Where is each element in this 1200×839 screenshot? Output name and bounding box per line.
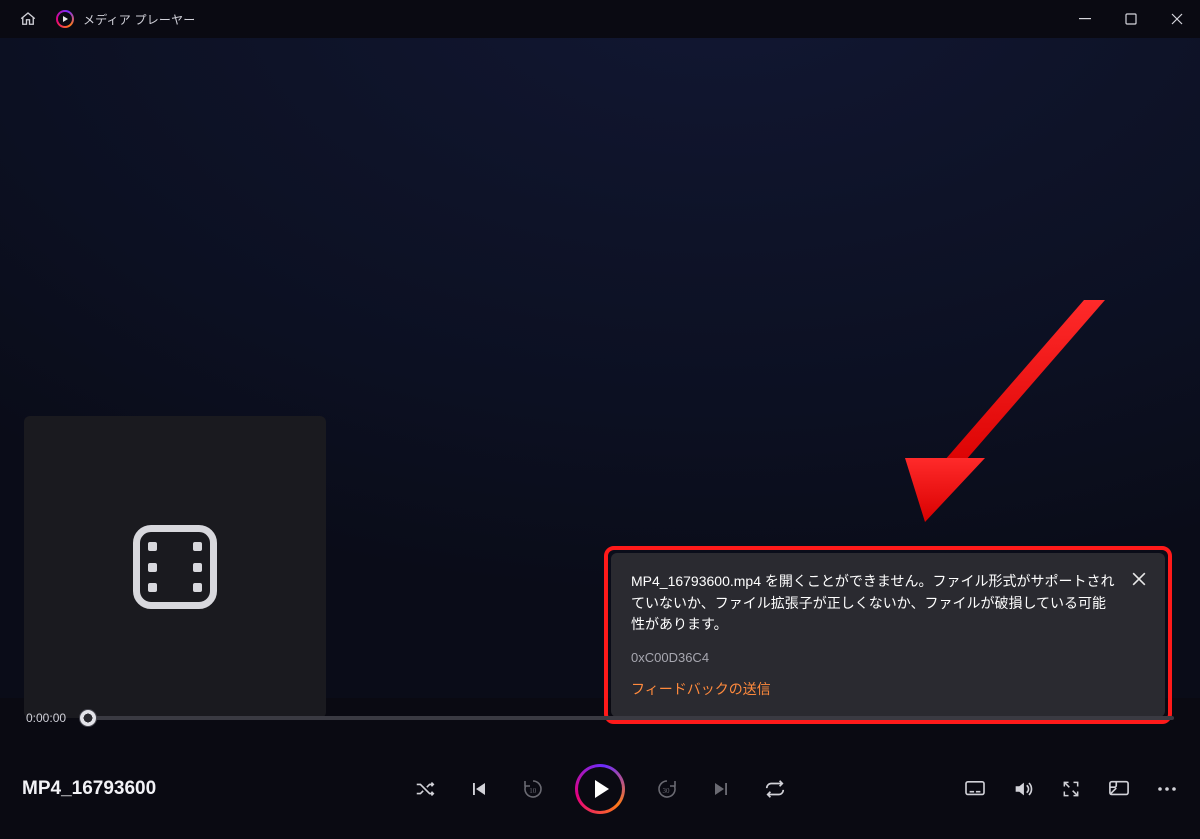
volume-icon xyxy=(1012,778,1034,800)
repeat-icon xyxy=(764,778,786,800)
captions-button[interactable] xyxy=(964,778,986,800)
seek-thumb[interactable] xyxy=(79,709,97,727)
shuffle-icon xyxy=(414,778,436,800)
seek-bar-row: 0:00:00 xyxy=(0,700,1200,736)
video-area: MP4_16793600.mp4 を開くことができません。ファイル形式がサポート… xyxy=(0,38,1200,698)
more-icon xyxy=(1157,786,1177,792)
svg-text:30: 30 xyxy=(663,787,671,795)
more-button[interactable] xyxy=(1156,778,1178,800)
volume-button[interactable] xyxy=(1012,778,1034,800)
now-playing-title: MP4_16793600 xyxy=(22,778,413,800)
close-icon xyxy=(1171,13,1183,25)
error-toast-close-button[interactable] xyxy=(1127,567,1151,591)
error-toast: MP4_16793600.mp4 を開くことができません。ファイル形式がサポート… xyxy=(611,553,1165,717)
close-button[interactable] xyxy=(1154,0,1200,38)
media-player-window: メディア プレーヤー xyxy=(0,0,1200,839)
maximize-button[interactable] xyxy=(1108,0,1154,38)
transport-controls: 10 30 xyxy=(413,764,787,814)
next-button[interactable] xyxy=(709,777,733,801)
minimize-icon xyxy=(1079,13,1091,25)
playback-controls-bar: MP4_16793600 10 30 xyxy=(0,746,1200,832)
seek-slider[interactable] xyxy=(88,716,1174,720)
previous-button[interactable] xyxy=(467,777,491,801)
repeat-button[interactable] xyxy=(763,777,787,801)
window-controls xyxy=(1062,0,1200,38)
fullscreen-icon xyxy=(1061,779,1081,799)
media-player-app-icon xyxy=(56,10,74,28)
maximize-icon xyxy=(1125,13,1137,25)
next-icon xyxy=(712,780,730,798)
shuffle-button[interactable] xyxy=(413,777,437,801)
app-title: メディア プレーヤー xyxy=(83,11,196,28)
fullscreen-button[interactable] xyxy=(1060,778,1082,800)
app-icon: メディア プレーヤー xyxy=(56,5,196,33)
error-message: MP4_16793600.mp4 を開くことができません。ファイル形式がサポート… xyxy=(631,571,1145,636)
skip-back-10-icon: 10 xyxy=(521,776,545,802)
titlebar: メディア プレーヤー xyxy=(0,0,1200,38)
current-time: 0:00:00 xyxy=(26,711,70,725)
toast-close-icon xyxy=(1132,572,1146,586)
titlebar-left: メディア プレーヤー xyxy=(0,5,196,33)
play-icon xyxy=(595,780,609,798)
error-toast-highlight: MP4_16793600.mp4 を開くことができません。ファイル形式がサポート… xyxy=(604,546,1172,724)
play-button[interactable] xyxy=(575,764,625,814)
home-icon xyxy=(19,10,37,28)
annotation-arrow xyxy=(895,300,1145,530)
svg-text:10: 10 xyxy=(529,787,537,795)
send-feedback-link[interactable]: フィードバックの送信 xyxy=(631,679,771,699)
minimize-button[interactable] xyxy=(1062,0,1108,38)
skip-forward-30-icon: 30 xyxy=(655,776,679,802)
mini-player-button[interactable] xyxy=(1108,778,1130,800)
skip-back-10-button[interactable]: 10 xyxy=(521,777,545,801)
home-button[interactable] xyxy=(14,5,42,33)
skip-forward-30-button[interactable]: 30 xyxy=(655,777,679,801)
captions-icon xyxy=(964,780,986,798)
mini-player-icon xyxy=(1108,779,1130,799)
previous-icon xyxy=(470,780,488,798)
film-icon xyxy=(133,525,217,609)
media-thumbnail-placeholder xyxy=(24,416,326,718)
error-code: 0xC00D36C4 xyxy=(631,650,1145,665)
secondary-controls xyxy=(787,778,1178,800)
